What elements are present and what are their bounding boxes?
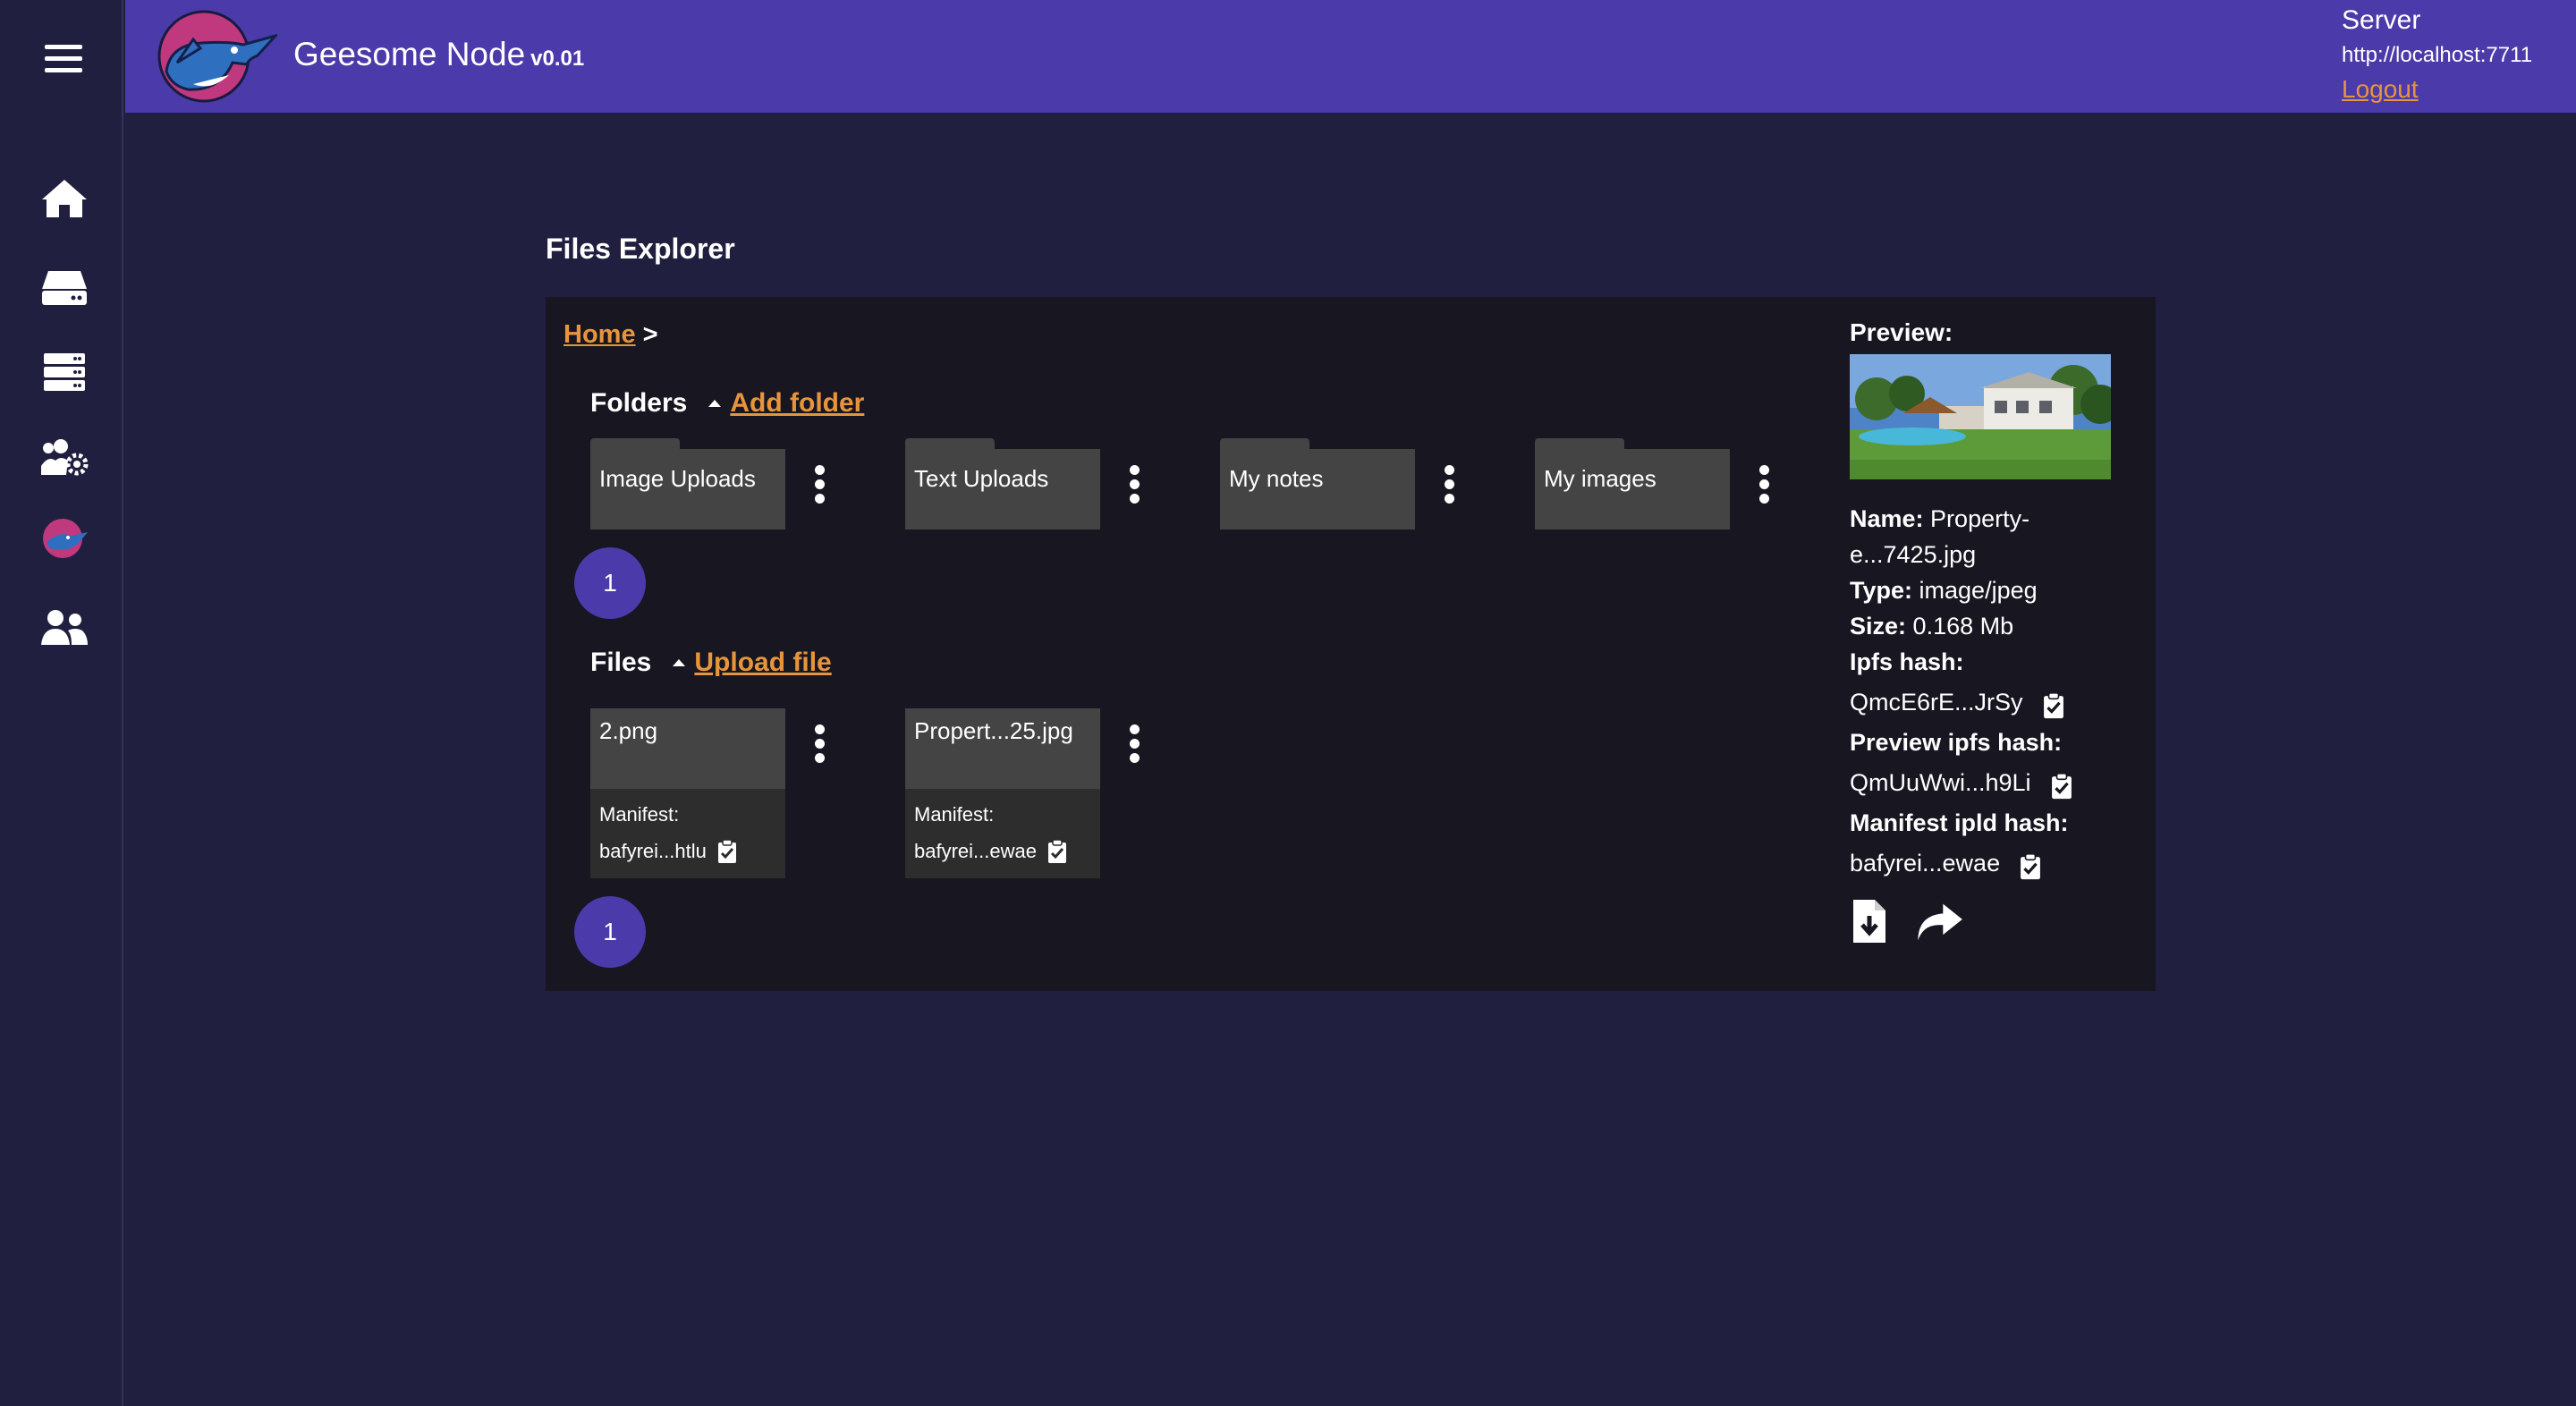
folder-menu-icon[interactable] (810, 465, 828, 510)
folder-my-images[interactable]: My images (1535, 438, 1730, 529)
geesome-logo-icon[interactable] (38, 515, 91, 562)
copy-preview-ipfs-hash-icon[interactable] (2051, 772, 2072, 800)
folders-header: Folders Add folder (590, 388, 864, 419)
copy-ipfs-hash-icon[interactable] (2043, 691, 2064, 720)
preview-name: Name: Property- e...7425.jpg (1850, 501, 2136, 572)
logout-link[interactable]: Logout (2342, 73, 2532, 106)
app-version: v0.01 (530, 47, 585, 71)
size-label: Size: (1850, 613, 1907, 639)
folders-heading: Folders (590, 388, 688, 418)
file-menu-icon[interactable] (1125, 724, 1143, 769)
top-header: Geesome Node v0.01 Server http://localhos… (125, 0, 2576, 113)
storage-drive-icon[interactable] (38, 263, 91, 309)
ipfs-hash-label: Ipfs hash: (1850, 644, 2136, 680)
upload-file-link[interactable]: Upload file (694, 648, 831, 678)
files-pagination-page[interactable]: 1 (574, 896, 646, 968)
manifest-label: Manifest: (599, 803, 680, 826)
sidebar (0, 0, 123, 1406)
app-title: Geesome Node v0.01 (293, 36, 584, 73)
file-name: 2.png (599, 717, 658, 744)
preview-size: Size: 0.168 Mb (1850, 608, 2136, 644)
manifest-label: Manifest: (914, 803, 995, 826)
type-value: image/jpeg (1919, 577, 2038, 604)
size-value: 0.168 Mb (1912, 613, 2014, 639)
folder-text-uploads[interactable]: Text Uploads (905, 438, 1100, 529)
folders-pagination-page[interactable]: 1 (574, 547, 646, 619)
preview-ipfs-hash-value: QmUuWwi...h9Li (1850, 768, 2031, 796)
folder-name: My notes (1229, 465, 1324, 492)
preview-ipfs-hash-row: QmUuWwi...h9Li (1850, 760, 2136, 805)
files-heading: Files (590, 648, 652, 677)
breadcrumb-home-link[interactable]: Home (564, 320, 636, 349)
breadcrumb: Home > (564, 320, 658, 350)
file-menu-icon[interactable] (810, 724, 828, 769)
clipboard-check-icon[interactable] (1047, 839, 1067, 864)
clipboard-check-icon[interactable] (717, 839, 737, 864)
download-file-icon[interactable] (1850, 898, 1889, 944)
folder-menu-icon[interactable] (1440, 465, 1458, 510)
preview-image (1850, 354, 2111, 479)
file-card-2-png[interactable]: 2.png Manifest: bafyrei...htlu (590, 708, 785, 878)
folder-name: My images (1544, 465, 1657, 492)
folder-menu-icon[interactable] (1125, 465, 1143, 510)
server-info: Server http://localhost:7711 Logout (2342, 4, 2532, 106)
file-card-property-jpg[interactable]: Propert...25.jpg Manifest: bafyrei...ewa… (905, 708, 1100, 878)
file-thumbnail: Propert...25.jpg (905, 708, 1100, 789)
manifest-ipld-hash-row: bafyrei...ewae (1850, 841, 2136, 885)
type-label: Type: (1850, 577, 1913, 604)
files-sort-icon[interactable] (673, 659, 686, 666)
app-name: Geesome Node (293, 36, 526, 72)
name-label: Name: (1850, 505, 1924, 532)
server-label: Server (2342, 5, 2421, 35)
preview-ipfs-hash-label-text: Preview ipfs hash: (1850, 729, 2063, 756)
copy-manifest-hash-icon[interactable] (2020, 852, 2041, 881)
folder-name: Text Uploads (914, 465, 1049, 492)
manifest-ipld-hash-label-text: Manifest ipld hash: (1850, 809, 2069, 836)
ipfs-hash-row: QmcE6rE...JrSy (1850, 680, 2136, 724)
manifest-hash: bafyrei...ewae (914, 840, 1037, 862)
geesome-logo[interactable] (157, 9, 277, 104)
preview-title: Preview: (1850, 318, 1953, 346)
manifest-ipld-hash-value: bafyrei...ewae (1850, 849, 2001, 877)
manifest-hash: bafyrei...htlu (599, 840, 707, 862)
page-title: Files Explorer (546, 233, 735, 265)
server-icon[interactable] (38, 349, 91, 395)
server-url: http://localhost:7711 (2342, 43, 2533, 67)
name-value-line2: e...7425.jpg (1850, 541, 1977, 568)
folder-name: Image Uploads (599, 465, 756, 492)
file-preview: Preview: Name: Property- e...7425.jpg Ty… (1850, 318, 2136, 944)
ipfs-hash-value: QmcE6rE...JrSy (1850, 688, 2023, 716)
breadcrumb-separator: > (642, 320, 658, 349)
name-value-line1: Property- (1930, 505, 2030, 532)
preview-type: Type: image/jpeg (1850, 572, 2136, 608)
add-folder-link[interactable]: Add folder (730, 388, 864, 419)
folder-my-notes[interactable]: My notes (1220, 438, 1415, 529)
preview-ipfs-hash-label: Preview ipfs hash: (1850, 724, 2136, 760)
users-cog-icon[interactable] (38, 435, 91, 481)
menu-icon[interactable] (45, 45, 82, 73)
manifest-ipld-hash-label: Manifest ipld hash: (1850, 805, 2136, 841)
manifest-row: bafyrei...ewae (914, 839, 1067, 864)
users-icon[interactable] (38, 605, 91, 651)
preview-actions (1850, 898, 2136, 944)
folders-sort-icon[interactable] (708, 400, 722, 407)
file-name: Propert...25.jpg (914, 717, 1073, 744)
share-icon[interactable] (1914, 900, 1964, 943)
file-thumbnail: 2.png (590, 708, 785, 789)
home-icon[interactable] (38, 175, 91, 222)
ipfs-hash-label-text: Ipfs hash: (1850, 648, 1964, 675)
files-explorer-panel: Home > Folders Add folder Image Uploads … (546, 297, 2156, 991)
folder-menu-icon[interactable] (1755, 465, 1773, 510)
folder-image-uploads[interactable]: Image Uploads (590, 438, 785, 529)
manifest-row: bafyrei...htlu (599, 839, 737, 864)
files-header: Files Upload file (590, 648, 832, 678)
